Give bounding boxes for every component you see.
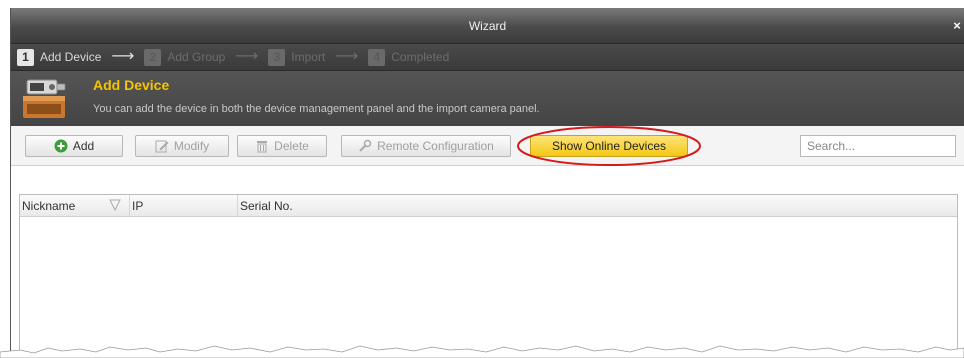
step-number: 2 — [144, 48, 162, 66]
wizard-window: Wizard × 1 Add Device ⟶ 2 Add Group ⟶ 3 … — [10, 8, 964, 358]
add-button[interactable]: Add — [25, 135, 123, 157]
step-number: 3 — [268, 48, 286, 66]
column-header-ip[interactable]: IP — [130, 195, 238, 217]
wrench-icon — [358, 139, 372, 153]
device-recorder-icon — [23, 79, 66, 118]
remote-configuration-button[interactable]: Remote Configuration — [341, 135, 511, 157]
arrow-right-icon: ⟶ — [235, 48, 259, 65]
pencil-icon — [155, 139, 169, 153]
arrow-right-icon: ⟶ — [111, 48, 135, 65]
step-completed: 4 Completed — [368, 48, 450, 66]
plus-icon — [54, 139, 68, 153]
column-header-serial-no[interactable]: Serial No. — [238, 195, 957, 217]
show-online-devices-button[interactable]: Show Online Devices — [530, 135, 688, 157]
step-number: 1 — [17, 48, 34, 66]
column-header-nickname[interactable]: Nickname — [20, 195, 130, 217]
toolbar: Add Modify Delete Remote Configuration S… — [11, 126, 964, 166]
close-icon[interactable]: × — [950, 18, 964, 34]
page-title: Add Device — [93, 77, 170, 93]
add-button-label: Add — [72, 139, 95, 153]
delete-button[interactable]: Delete — [237, 135, 327, 157]
modify-button[interactable]: Modify — [135, 135, 229, 157]
show-online-devices-label: Show Online Devices — [551, 139, 667, 153]
section-header: Add Device You can add the device in bot… — [11, 71, 964, 126]
step-add-group: 2 Add Group — [144, 48, 226, 66]
column-header-label: IP — [132, 199, 144, 213]
filter-icon[interactable] — [109, 199, 121, 211]
step-number: 4 — [368, 48, 386, 66]
step-label: Add Group — [167, 50, 226, 64]
step-label: Add Device — [40, 50, 102, 64]
device-table: Nickname IP Serial No. — [19, 194, 958, 358]
trash-icon — [255, 139, 269, 153]
modify-button-label: Modify — [173, 139, 210, 153]
column-header-label: Serial No. — [240, 199, 293, 213]
step-add-device: 1 Add Device — [17, 48, 102, 66]
window-title: Wizard — [468, 19, 507, 33]
search-input[interactable] — [800, 135, 956, 157]
title-bar: Wizard × — [11, 8, 964, 44]
column-header-label: Nickname — [22, 199, 76, 213]
page-description: You can add the device in both the devic… — [93, 103, 540, 115]
step-label: Completed — [391, 50, 450, 64]
table-header: Nickname IP Serial No. — [20, 195, 957, 217]
step-label: Import — [291, 50, 326, 64]
arrow-right-icon: ⟶ — [335, 48, 359, 65]
step-import: 3 Import — [268, 48, 326, 66]
delete-button-label: Delete — [274, 139, 309, 153]
remote-configuration-label: Remote Configuration — [377, 139, 494, 153]
wizard-steps: 1 Add Device ⟶ 2 Add Group ⟶ 3 Import ⟶ … — [11, 44, 964, 71]
